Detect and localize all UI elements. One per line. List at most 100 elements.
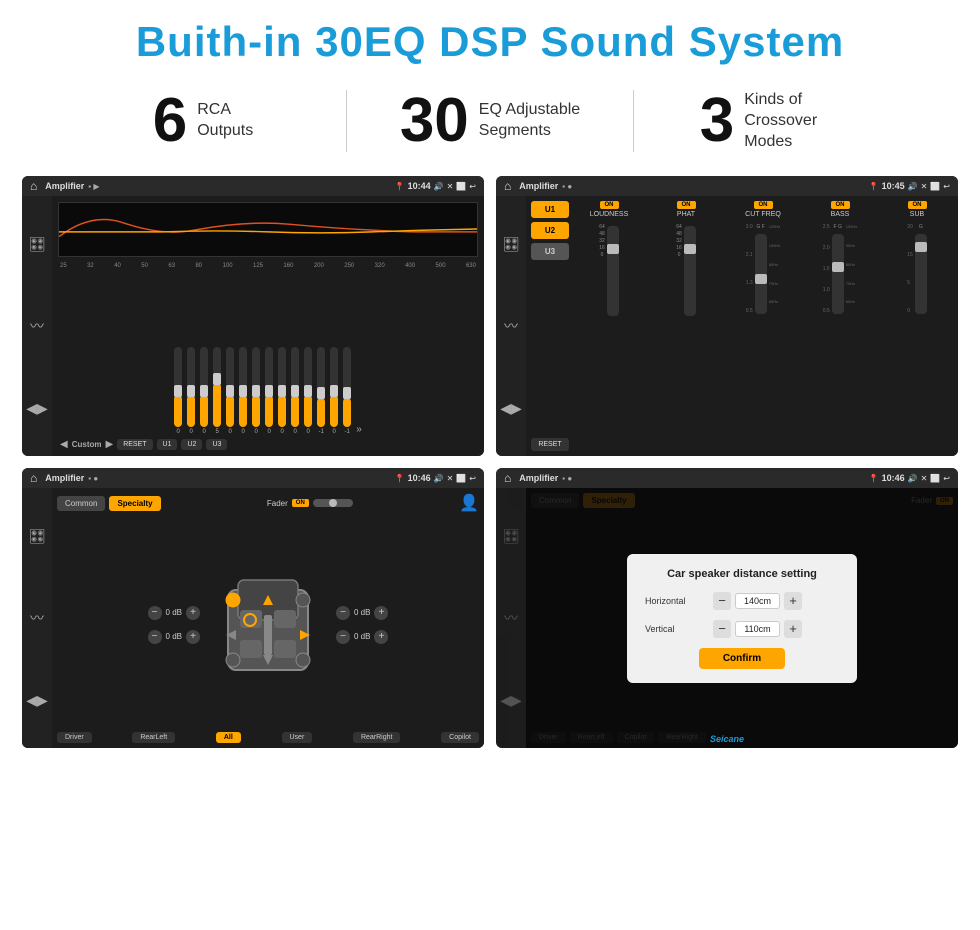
screen-content-amp3: 🎛 〰 ◀▶ Common Specialty Fader ON 👤 — [22, 488, 484, 748]
home-icon-dialog[interactable]: ⌂ — [504, 471, 511, 485]
db-ctrl-tr: − 0 dB + — [336, 606, 388, 620]
u3-btn-eq[interactable]: U3 — [206, 439, 227, 450]
fader-slider[interactable] — [313, 499, 353, 507]
eq-icon[interactable]: 🎛 — [28, 236, 46, 253]
prev-arrow[interactable]: ◀ — [60, 439, 68, 450]
vertical-plus[interactable]: + — [784, 620, 802, 638]
slider-bass — [832, 234, 844, 314]
on-btn-sub[interactable]: ON — [908, 201, 927, 209]
db-val-tl: 0 dB — [166, 608, 182, 617]
zone-rearright[interactable]: RearRight — [353, 732, 401, 743]
zone-driver[interactable]: Driver — [57, 732, 92, 743]
back-icon-amp3[interactable]: ↩ — [469, 474, 476, 483]
zone-all[interactable]: All — [216, 732, 241, 743]
channel-sub: ON SUB 201550 G — [881, 201, 953, 451]
db-val-br: 0 dB — [354, 632, 370, 641]
back-icon-dialog[interactable]: ↩ — [943, 474, 950, 483]
horizontal-minus[interactable]: − — [713, 592, 731, 610]
eq-graph — [58, 202, 478, 257]
stat-eq: 30 EQ AdjustableSegments — [346, 90, 634, 152]
time-dialog: 10:46 — [882, 473, 905, 483]
back-icon-eq[interactable]: ↩ — [469, 182, 476, 191]
balance-icon[interactable]: ◀▶ — [26, 400, 48, 417]
tab-specialty[interactable]: Specialty — [109, 496, 160, 511]
on-btn-cutfreq[interactable]: ON — [754, 201, 773, 209]
reset-btn-amp2[interactable]: RESET — [531, 438, 569, 451]
balance-icon-3[interactable]: ◀▶ — [26, 692, 48, 709]
u1-btn-amp2[interactable]: U1 — [531, 201, 569, 218]
wave-icon-2[interactable]: 〰 — [504, 316, 518, 336]
close-icon-eq[interactable]: ✕ — [447, 182, 454, 191]
channel-cutfreq: ON CUT FREQ 3.02.11.30.5 G F — [727, 201, 799, 451]
window-icon-dialog[interactable]: ⬜ — [930, 474, 940, 483]
db-val-tr: 0 dB — [354, 608, 370, 617]
eq-slider-5: 0 — [226, 347, 234, 435]
ch-label-loudness: LOUDNESS — [590, 211, 629, 218]
screen-eq: ⌂ Amplifier ▪ ▶ 📍 10:44 🔊 ✕ ⬜ ↩ 🎛 〰 ◀▶ — [22, 176, 484, 456]
eq-slider-3: 0 — [200, 347, 208, 435]
zone-user[interactable]: User — [282, 732, 313, 743]
status-title-eq: Amplifier — [45, 181, 84, 191]
u2-btn-amp2[interactable]: U2 — [531, 222, 569, 239]
window-icon-amp3[interactable]: ⬜ — [456, 474, 466, 483]
speaker-icon-eq: 🔊 — [434, 182, 444, 191]
rec-icon-dialog: ▪ ● — [562, 474, 572, 483]
status-bar-amp3: ⌂ Amplifier ▪ ● 📍 10:46 🔊 ✕ ⬜ ↩ — [22, 468, 484, 488]
zone-rearleft[interactable]: RearLeft — [132, 732, 175, 743]
home-icon-eq[interactable]: ⌂ — [30, 179, 37, 193]
u1-btn-eq[interactable]: U1 — [157, 439, 178, 450]
profile-icon[interactable]: 👤 — [459, 493, 479, 513]
eq-slider-13: 0 — [330, 347, 338, 435]
confirm-button[interactable]: Confirm — [699, 648, 785, 669]
minus-btn-bl[interactable]: − — [148, 630, 162, 644]
eq-icon-2[interactable]: 🎛 — [502, 236, 520, 253]
eq-slider-15: » — [356, 424, 362, 435]
home-icon-amp3[interactable]: ⌂ — [30, 471, 37, 485]
channel-loudness: ON LOUDNESS 64 48 32 16 0 — [573, 201, 645, 451]
plus-btn-bl[interactable]: + — [186, 630, 200, 644]
minus-btn-br[interactable]: − — [336, 630, 350, 644]
speaker-icon-dialog: 🔊 — [908, 474, 918, 483]
home-icon-amp2[interactable]: ⌂ — [504, 179, 511, 193]
stat-rca-number: 6 — [153, 90, 187, 152]
minus-btn-tr[interactable]: − — [336, 606, 350, 620]
status-bar-amp2: ⌂ Amplifier ▪ ● 📍 10:45 🔊 ✕ ⬜ ↩ — [496, 176, 958, 196]
location-icon-amp3: 📍 — [395, 474, 405, 483]
balance-icon-2[interactable]: ◀▶ — [500, 400, 522, 417]
window-icon-amp2[interactable]: ⬜ — [930, 182, 940, 191]
tab-common[interactable]: Common — [57, 496, 105, 511]
close-icon-amp3[interactable]: ✕ — [447, 474, 454, 483]
on-btn-bass[interactable]: ON — [831, 201, 850, 209]
eq-slider-2: 0 — [187, 347, 195, 435]
wave-icon[interactable]: 〰 — [30, 316, 44, 336]
back-icon-amp2[interactable]: ↩ — [943, 182, 950, 191]
on-btn-phat[interactable]: ON — [677, 201, 696, 209]
screens-grid: ⌂ Amplifier ▪ ▶ 📍 10:44 🔊 ✕ ⬜ ↩ 🎛 〰 ◀▶ — [0, 170, 980, 756]
eq-slider-10: 0 — [291, 347, 299, 435]
window-icon-eq[interactable]: ⬜ — [456, 182, 466, 191]
horizontal-value: 140cm — [735, 593, 780, 609]
page-header: Buith-in 30EQ DSP Sound System — [0, 0, 980, 76]
stat-rca: 6 RCAOutputs — [60, 90, 346, 152]
stat-eq-number: 30 — [400, 90, 469, 152]
speaker-icon-amp2: 🔊 — [908, 182, 918, 191]
close-icon-dialog[interactable]: ✕ — [921, 474, 928, 483]
close-icon-amp2[interactable]: ✕ — [921, 182, 928, 191]
wave-icon-d: 〰 — [504, 608, 518, 628]
reset-btn-eq[interactable]: RESET — [117, 439, 152, 450]
zone-copilot[interactable]: Copilot — [441, 732, 479, 743]
u2-btn-eq[interactable]: U2 — [181, 439, 202, 450]
next-arrow[interactable]: ▶ — [105, 439, 113, 450]
plus-btn-tl[interactable]: + — [186, 606, 200, 620]
on-btn-loudness[interactable]: ON — [600, 201, 619, 209]
fader-on-badge[interactable]: ON — [292, 499, 309, 507]
screen-sidebar-d: 🎛 〰 ◀▶ — [496, 488, 526, 748]
eq-icon-3[interactable]: 🎛 — [28, 528, 46, 545]
horizontal-plus[interactable]: + — [784, 592, 802, 610]
plus-btn-tr[interactable]: + — [374, 606, 388, 620]
plus-btn-br[interactable]: + — [374, 630, 388, 644]
wave-icon-3[interactable]: 〰 — [30, 608, 44, 628]
vertical-minus[interactable]: − — [713, 620, 731, 638]
u3-btn-amp2[interactable]: U3 — [531, 243, 569, 260]
minus-btn-tl[interactable]: − — [148, 606, 162, 620]
